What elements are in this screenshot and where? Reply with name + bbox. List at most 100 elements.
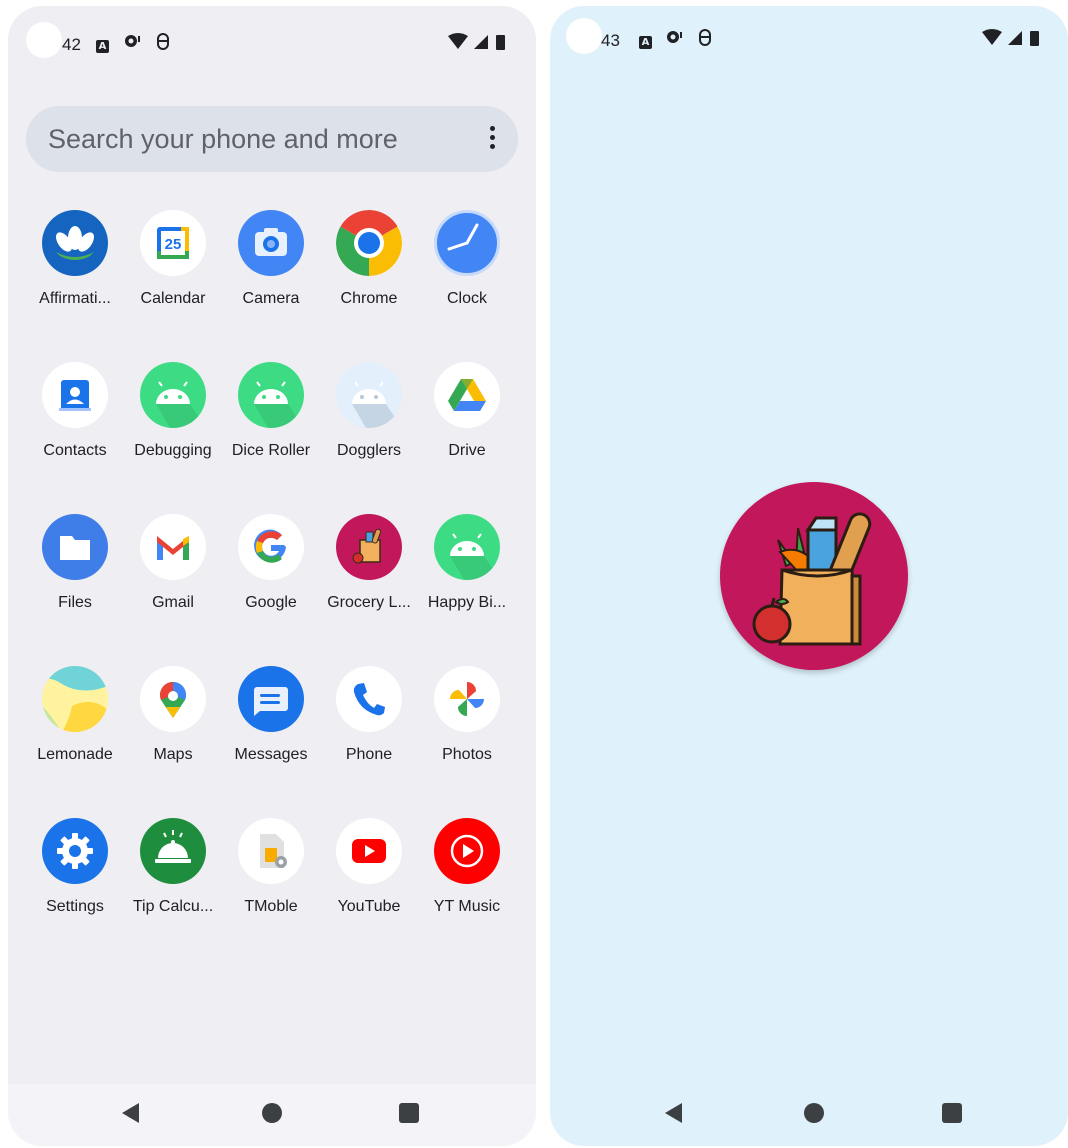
app-contacts[interactable]: Contacts <box>26 362 124 460</box>
calendar-icon: 25 <box>140 210 206 276</box>
notification-vpn-icon <box>698 29 712 51</box>
app-phone[interactable]: Phone <box>320 666 418 764</box>
app-label: Calendar <box>140 290 206 307</box>
home-icon[interactable] <box>262 1103 282 1123</box>
gmail-icon <box>140 514 206 580</box>
maps-icon <box>140 666 206 732</box>
app-files[interactable]: Files <box>26 514 124 612</box>
notification-chat-icon <box>666 30 684 50</box>
app-label: Drive <box>448 442 486 459</box>
home-icon[interactable] <box>804 1103 824 1123</box>
app-label: Settings <box>46 898 104 915</box>
app-label: Contacts <box>43 442 107 459</box>
app-camera[interactable]: Camera <box>222 210 320 308</box>
app-gmail[interactable]: Gmail <box>124 514 222 612</box>
status-bar: 43 A <box>550 6 1068 78</box>
android-icon <box>140 362 206 428</box>
phone-icon <box>336 666 402 732</box>
battery-icon <box>496 35 505 50</box>
tip-calculator-icon <box>140 818 206 884</box>
recents-icon[interactable] <box>942 1103 962 1123</box>
app-lemonade[interactable]: Lemonade <box>26 666 124 764</box>
clock-icon <box>434 210 500 276</box>
app-label: Tip Calcu... <box>132 898 214 915</box>
more-options-icon[interactable] <box>490 126 496 153</box>
files-icon <box>42 514 108 580</box>
app-dogglers[interactable]: Dogglers <box>320 362 418 460</box>
app-label: Google <box>245 594 297 611</box>
app-youtube[interactable]: YouTube <box>320 818 418 916</box>
app-label: YouTube <box>337 898 401 915</box>
google-icon <box>238 514 304 580</box>
app-label: Lemonade <box>37 746 113 763</box>
svg-text:25: 25 <box>165 236 182 253</box>
app-yt-music[interactable]: YT Music <box>418 818 516 916</box>
signal-icon <box>474 35 488 49</box>
app-label: Chrome <box>340 290 398 307</box>
status-bar: 42 A <box>8 6 536 78</box>
app-settings[interactable]: Settings <box>26 818 124 916</box>
status-system-icons <box>980 28 1046 53</box>
app-label: Messages <box>234 746 308 763</box>
yt-music-icon <box>434 818 500 884</box>
android-icon <box>434 514 500 580</box>
app-photos[interactable]: Photos <box>418 666 516 764</box>
notification-a-icon: A <box>96 35 109 53</box>
app-google[interactable]: Google <box>222 514 320 612</box>
grocery-icon <box>336 514 402 580</box>
app-messages[interactable]: Messages <box>222 666 320 764</box>
app-label: YT Music <box>433 898 501 915</box>
app-label: Debugging <box>134 442 212 459</box>
app-maps[interactable]: Maps <box>124 666 222 764</box>
affirmations-icon <box>42 210 108 276</box>
sim-card-icon <box>238 818 304 884</box>
navigation-bar <box>8 1084 536 1146</box>
app-grocery-list[interactable]: Grocery L... <box>320 514 418 612</box>
app-label: TMoble <box>244 898 298 915</box>
android-icon <box>336 362 402 428</box>
back-icon[interactable] <box>122 1103 139 1123</box>
status-system-icons <box>446 32 512 57</box>
youtube-icon <box>336 818 402 884</box>
battery-icon <box>1030 31 1039 46</box>
app-label: Grocery L... <box>327 594 411 611</box>
app-dice-roller[interactable]: Dice Roller <box>222 362 320 460</box>
app-label: Dogglers <box>336 442 402 459</box>
status-time: 43 <box>601 31 620 50</box>
chrome-icon <box>336 210 402 276</box>
search-bar[interactable]: Search your phone and more <box>26 106 518 172</box>
app-debugging[interactable]: Debugging <box>124 362 222 460</box>
app-label: Clock <box>446 290 487 307</box>
app-label: Affirmati... <box>39 290 111 307</box>
app-label: Happy Bi... <box>427 594 507 611</box>
contacts-icon <box>42 362 108 428</box>
app-happy-birthday[interactable]: Happy Bi... <box>418 514 516 612</box>
wifi-icon <box>448 33 468 49</box>
app-drive[interactable]: Drive <box>418 362 516 460</box>
app-label: Dice Roller <box>231 442 311 459</box>
photos-icon <box>434 666 500 732</box>
status-time: 42 <box>62 35 81 54</box>
splash-screen: 43 A <box>550 6 1068 1146</box>
app-label: Camera <box>242 290 300 307</box>
app-tip-calculator[interactable]: Tip Calcu... <box>124 818 222 916</box>
navigation-bar <box>550 1084 1068 1146</box>
app-label: Files <box>58 594 92 611</box>
grocery-bag-icon <box>720 482 908 670</box>
app-affirmations[interactable]: Affirmati... <box>26 210 124 308</box>
app-chrome[interactable]: Chrome <box>320 210 418 308</box>
app-drawer-screen: 42 A Search your phone and more Affirmat… <box>8 6 536 1146</box>
app-label: Photos <box>442 746 492 763</box>
messages-icon <box>238 666 304 732</box>
app-calendar[interactable]: 25 Calendar <box>124 210 222 308</box>
recents-icon[interactable] <box>399 1103 419 1123</box>
app-tmobile[interactable]: TMoble <box>222 818 320 916</box>
camera-cutout <box>566 18 602 54</box>
app-label: Maps <box>153 746 193 763</box>
app-label: Phone <box>345 746 393 763</box>
back-icon[interactable] <box>665 1103 682 1123</box>
wifi-icon <box>982 29 1002 45</box>
lemonade-icon <box>42 666 108 732</box>
app-clock[interactable]: Clock <box>418 210 516 308</box>
drive-icon <box>434 362 500 428</box>
